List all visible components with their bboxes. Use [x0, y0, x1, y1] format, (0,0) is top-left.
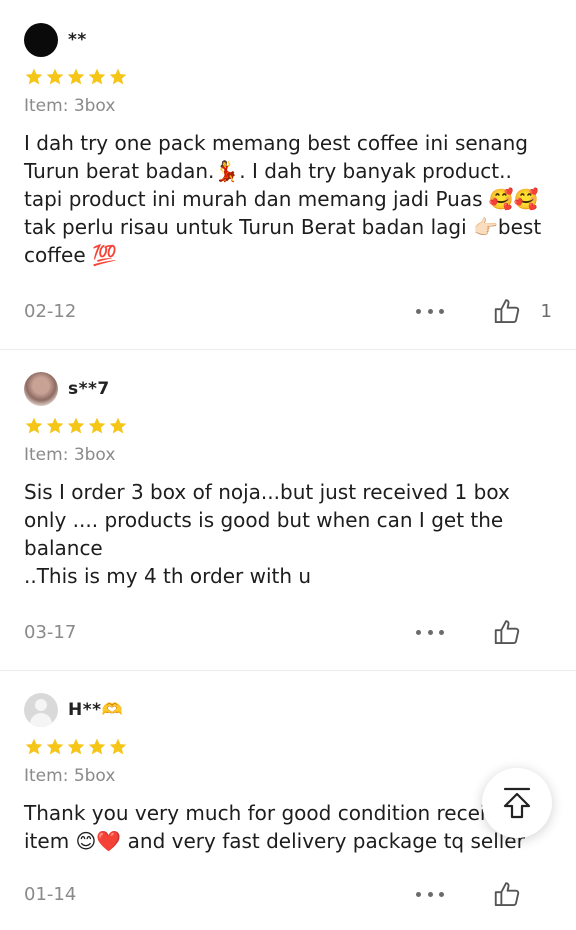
user-avatar[interactable]	[24, 372, 58, 406]
star-icon	[87, 737, 107, 757]
user-avatar[interactable]	[24, 693, 58, 727]
star-rating	[24, 64, 552, 90]
back-to-top-icon	[503, 787, 531, 819]
star-icon	[108, 737, 128, 757]
star-icon	[66, 67, 86, 87]
star-icon	[45, 416, 65, 436]
star-rating	[24, 413, 552, 439]
item-variant: Item: 5box	[24, 766, 116, 786]
review-text: Sis I order 3 box of noja...but just rec…	[24, 480, 510, 588]
star-icon	[66, 737, 86, 757]
review-header: H**🫶	[24, 671, 552, 728]
thumbs-up-icon[interactable]	[492, 296, 522, 326]
like-count: 1	[540, 300, 552, 322]
star-rating	[24, 734, 552, 760]
review-date: 01-14	[24, 883, 77, 905]
username: **	[68, 30, 87, 50]
review-header: s**7	[24, 350, 552, 407]
review-date: 02-12	[24, 300, 77, 322]
star-icon	[45, 737, 65, 757]
review-card: s**7 Item: 3box Sis I order 3 box of noj…	[0, 350, 576, 670]
star-icon	[24, 416, 44, 436]
user-avatar[interactable]	[24, 23, 58, 57]
review-date: 03-17	[24, 621, 77, 643]
star-icon	[87, 416, 107, 436]
review-text: I dah try one pack memang best coffee in…	[24, 131, 542, 267]
star-icon	[24, 67, 44, 87]
star-icon	[87, 67, 107, 87]
review-footer: 03-17	[24, 616, 552, 648]
star-icon	[66, 416, 86, 436]
username: H**🫶	[68, 700, 124, 720]
star-icon	[45, 67, 65, 87]
back-to-top-button[interactable]	[482, 768, 552, 838]
review-header: **	[24, 0, 552, 58]
more-dots-icon[interactable]	[416, 299, 444, 323]
star-icon	[108, 416, 128, 436]
item-variant: Item: 3box	[24, 445, 116, 465]
thumbs-up-icon[interactable]	[492, 617, 522, 647]
star-icon	[108, 67, 128, 87]
more-dots-icon[interactable]	[416, 620, 444, 644]
more-dots-icon[interactable]	[416, 882, 444, 906]
review-card: ** Item: 3box I dah try one pack memang …	[0, 0, 576, 349]
star-icon	[24, 737, 44, 757]
item-variant: Item: 3box	[24, 96, 116, 116]
username: s**7	[68, 379, 110, 399]
thumbs-up-icon[interactable]	[492, 879, 522, 909]
review-footer: 01-14	[24, 878, 552, 910]
review-footer: 02-12 1	[24, 295, 552, 327]
